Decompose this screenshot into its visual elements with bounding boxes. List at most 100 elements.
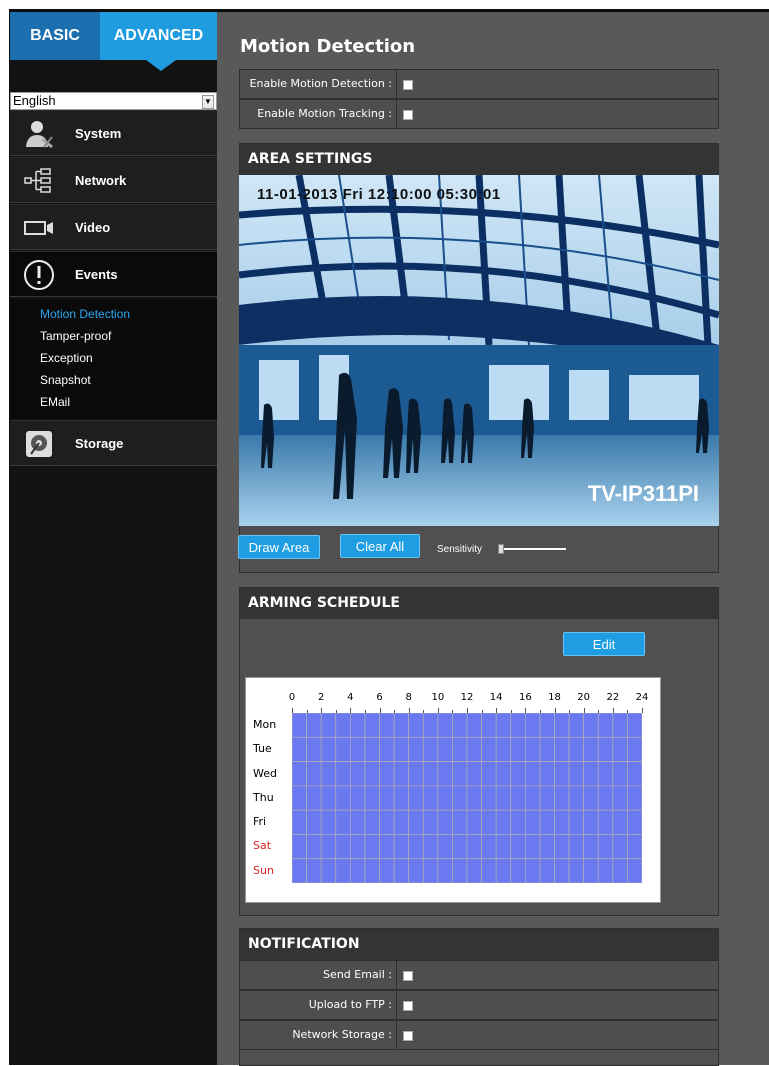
schedule-cell[interactable] bbox=[466, 785, 482, 811]
schedule-cell[interactable] bbox=[379, 736, 395, 762]
schedule-cell[interactable] bbox=[568, 858, 585, 883]
schedule-cell[interactable] bbox=[568, 809, 585, 835]
schedule-cell[interactable] bbox=[612, 858, 628, 883]
schedule-cell[interactable] bbox=[292, 809, 307, 835]
schedule-cell[interactable] bbox=[583, 736, 599, 762]
schedule-cell[interactable] bbox=[437, 858, 453, 883]
schedule-cell[interactable] bbox=[292, 858, 307, 883]
schedule-cell[interactable] bbox=[612, 736, 628, 762]
schedule-cell[interactable] bbox=[481, 809, 497, 835]
schedule-cell[interactable] bbox=[422, 858, 439, 883]
schedule-cell[interactable] bbox=[481, 785, 497, 811]
schedule-cell[interactable] bbox=[568, 736, 585, 762]
sidebar-item-system[interactable]: System bbox=[10, 110, 217, 156]
schedule-cell[interactable] bbox=[466, 809, 482, 835]
schedule-cell[interactable] bbox=[554, 736, 570, 762]
schedule-cell[interactable] bbox=[612, 761, 628, 787]
schedule-cell[interactable] bbox=[539, 834, 555, 860]
schedule-cell[interactable] bbox=[306, 736, 322, 762]
schedule-cell[interactable] bbox=[583, 785, 599, 811]
schedule-cell[interactable] bbox=[539, 809, 555, 835]
schedule-cell[interactable] bbox=[408, 713, 424, 738]
schedule-cell[interactable] bbox=[364, 858, 380, 883]
schedule-cell[interactable] bbox=[481, 858, 497, 883]
schedule-cell[interactable] bbox=[524, 713, 541, 738]
schedule-cell[interactable] bbox=[495, 809, 512, 835]
schedule-cell[interactable] bbox=[510, 761, 526, 787]
sidebar-item-video[interactable]: Video bbox=[10, 204, 217, 250]
schedule-cell[interactable] bbox=[320, 761, 337, 787]
schedule-cell[interactable] bbox=[335, 761, 351, 787]
schedule-cell[interactable] bbox=[320, 736, 337, 762]
schedule-cell[interactable] bbox=[554, 785, 570, 811]
schedule-cell[interactable] bbox=[306, 834, 322, 860]
schedule-cell[interactable] bbox=[539, 785, 555, 811]
schedule-cell[interactable] bbox=[437, 834, 453, 860]
schedule-cell[interactable] bbox=[349, 736, 366, 762]
sidebar-item-storage[interactable]: Storage bbox=[10, 420, 217, 466]
schedule-cell[interactable] bbox=[422, 736, 439, 762]
schedule-cell[interactable] bbox=[349, 834, 366, 860]
schedule-cell[interactable] bbox=[481, 761, 497, 787]
schedule-cell[interactable] bbox=[466, 761, 482, 787]
schedule-cell[interactable] bbox=[379, 761, 395, 787]
schedule-cell[interactable] bbox=[627, 761, 642, 787]
sensitivity-slider[interactable] bbox=[498, 548, 566, 550]
schedule-cell[interactable] bbox=[408, 834, 424, 860]
schedule-cell[interactable] bbox=[495, 834, 512, 860]
schedule-cell[interactable] bbox=[539, 858, 555, 883]
schedule-cell[interactable] bbox=[495, 761, 512, 787]
schedule-cell[interactable] bbox=[539, 736, 555, 762]
schedule-cell[interactable] bbox=[292, 785, 307, 811]
schedule-cell[interactable] bbox=[422, 785, 439, 811]
schedule-cell[interactable] bbox=[349, 713, 366, 738]
schedule-cell[interactable] bbox=[627, 736, 642, 762]
schedule-cell[interactable] bbox=[393, 834, 410, 860]
schedule-cell[interactable] bbox=[524, 834, 541, 860]
schedule-cell[interactable] bbox=[320, 713, 337, 738]
schedule-cell[interactable] bbox=[481, 713, 497, 738]
schedule-cell[interactable] bbox=[568, 785, 585, 811]
schedule-cell[interactable] bbox=[524, 809, 541, 835]
schedule-cell[interactable] bbox=[320, 785, 337, 811]
schedule-cell[interactable] bbox=[539, 761, 555, 787]
schedule-cell[interactable] bbox=[452, 858, 468, 883]
schedule-cell[interactable] bbox=[627, 785, 642, 811]
schedule-cell[interactable] bbox=[627, 713, 642, 738]
schedule-cell[interactable] bbox=[524, 785, 541, 811]
schedule-cell[interactable] bbox=[335, 809, 351, 835]
schedule-cell[interactable] bbox=[364, 736, 380, 762]
submenu-motion-detection[interactable]: Motion Detection bbox=[40, 307, 130, 321]
schedule-cell[interactable] bbox=[335, 858, 351, 883]
submenu-tamper-proof[interactable]: Tamper-proof bbox=[40, 329, 111, 343]
schedule-cell[interactable] bbox=[510, 713, 526, 738]
schedule-cell[interactable] bbox=[583, 858, 599, 883]
schedule-cell[interactable] bbox=[597, 761, 614, 787]
schedule-cell[interactable] bbox=[335, 785, 351, 811]
schedule-cell[interactable] bbox=[481, 834, 497, 860]
edit-schedule-button[interactable]: Edit bbox=[563, 632, 645, 656]
tab-basic[interactable]: BASIC bbox=[10, 12, 100, 60]
schedule-cell[interactable] bbox=[568, 761, 585, 787]
schedule-cell[interactable] bbox=[452, 785, 468, 811]
schedule-cell[interactable] bbox=[364, 713, 380, 738]
schedule-cell[interactable] bbox=[597, 809, 614, 835]
schedule-cell[interactable] bbox=[393, 736, 410, 762]
schedule-cell[interactable] bbox=[452, 713, 468, 738]
schedule-cell[interactable] bbox=[495, 858, 512, 883]
schedule-cell[interactable] bbox=[524, 858, 541, 883]
schedule-cell[interactable] bbox=[379, 713, 395, 738]
schedule-cell[interactable] bbox=[320, 809, 337, 835]
schedule-cell[interactable] bbox=[393, 809, 410, 835]
schedule-cell[interactable] bbox=[612, 785, 628, 811]
schedule-cell[interactable] bbox=[320, 858, 337, 883]
schedule-cell[interactable] bbox=[510, 736, 526, 762]
schedule-cell[interactable] bbox=[495, 713, 512, 738]
schedule-cell[interactable] bbox=[408, 858, 424, 883]
clear-all-button[interactable]: Clear All bbox=[340, 534, 420, 558]
schedule-cell[interactable] bbox=[292, 713, 307, 738]
schedule-cell[interactable] bbox=[452, 736, 468, 762]
schedule-cell[interactable] bbox=[568, 834, 585, 860]
tab-advanced[interactable]: ADVANCED bbox=[100, 12, 217, 60]
schedule-cell[interactable] bbox=[437, 809, 453, 835]
